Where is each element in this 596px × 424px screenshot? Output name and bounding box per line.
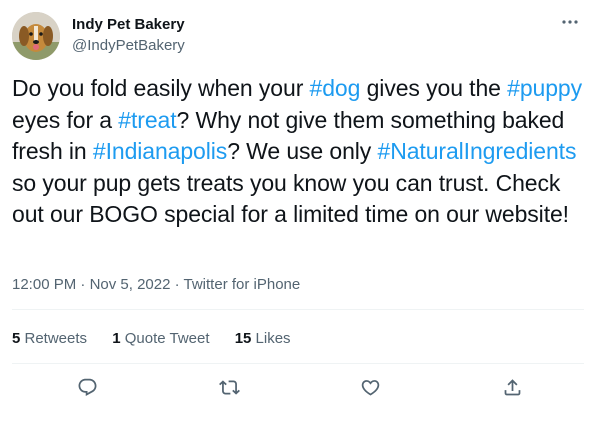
share-icon[interactable] <box>495 372 529 402</box>
more-dots-icon[interactable] <box>558 12 582 32</box>
tweet-date[interactable]: Nov 5, 2022 <box>90 276 171 293</box>
meta-separator: · <box>170 276 184 293</box>
likes-stat[interactable]: 15 Likes <box>235 329 291 349</box>
text-segment: eyes for a <box>12 106 119 133</box>
display-name[interactable]: Indy Pet Bakery <box>72 15 185 35</box>
action-bar <box>12 372 584 402</box>
tweet-card: Indy Pet Bakery @IndyPetBakery Do you fo… <box>0 0 596 424</box>
retweet-icon[interactable] <box>212 372 246 402</box>
tweet-header: Indy Pet Bakery @IndyPetBakery <box>12 12 584 62</box>
text-segment: so your pup gets treats you know you can… <box>12 169 569 228</box>
text-segment: ? We use only <box>227 138 378 164</box>
avatar[interactable] <box>12 12 60 60</box>
likes-label: Likes <box>251 330 291 347</box>
hashtag-puppy[interactable]: #puppy <box>507 75 582 101</box>
user-handle[interactable]: @IndyPetBakery <box>72 36 185 56</box>
reply-icon[interactable] <box>70 372 104 402</box>
tweet-stats: 5 Retweets 1 Quote Tweet 15 Likes <box>12 329 312 349</box>
retweets-stat[interactable]: 5 Retweets <box>12 329 87 349</box>
dog-avatar-image <box>12 12 60 60</box>
heart-icon[interactable] <box>353 372 387 402</box>
quotes-count: 1 <box>112 330 121 347</box>
likes-count: 15 <box>234 330 252 347</box>
quotes-label: Quote Tweet <box>120 330 210 347</box>
quote-tweets-stat[interactable]: 1 Quote Tweet <box>112 329 209 349</box>
hashtag-treat[interactable]: #treat <box>118 107 176 133</box>
retweets-label: Retweets <box>20 330 88 347</box>
meta-separator: · <box>76 276 90 293</box>
hashtag-natural-ingredients[interactable]: #NaturalIngredients <box>378 138 577 164</box>
tweet-text: Do you fold easily when your #dog gives … <box>12 73 584 231</box>
text-segment: gives you the <box>360 75 508 101</box>
tweet-source[interactable]: Twitter for iPhone <box>184 276 301 293</box>
tweet-meta: 12:00 PM · Nov 5, 2022 · Twitter for iPh… <box>12 275 300 295</box>
divider <box>12 363 584 364</box>
hashtag-indianapolis[interactable]: #Indianapolis <box>93 138 227 164</box>
divider <box>12 309 584 310</box>
text-segment: Do you fold easily when your <box>12 75 310 101</box>
hashtag-dog[interactable]: #dog <box>310 75 361 101</box>
author-names: Indy Pet Bakery @IndyPetBakery <box>72 15 185 56</box>
tweet-time[interactable]: 12:00 PM <box>12 276 76 293</box>
